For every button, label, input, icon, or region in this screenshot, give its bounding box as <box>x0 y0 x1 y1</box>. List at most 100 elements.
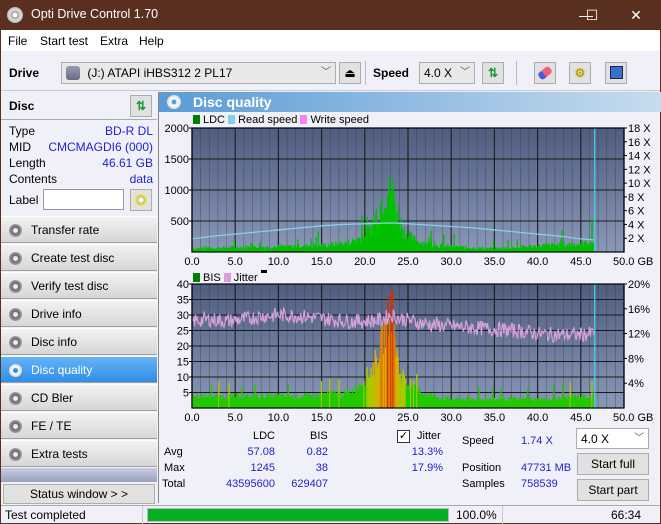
drive-select[interactable]: (J:) ATAPI iHBS312 2 PL17 ﹀ <box>61 62 336 84</box>
toolbar-separator <box>365 61 366 85</box>
samples-label: Samples <box>462 478 505 490</box>
refresh-button[interactable]: ⇅ <box>482 62 504 84</box>
x-tick-label: 40.0 <box>527 256 548 268</box>
disc-icon <box>9 336 22 349</box>
disc-refresh-button[interactable]: ⇅ <box>130 95 152 117</box>
bis-jitter-chart: 5 10 15 20 25 30 35 40 4% 8% 12% 16% 20% 0.0 5.0 10.0 15… <box>177 279 654 424</box>
eject-button[interactable]: ⏏ <box>339 62 361 84</box>
stats-avg-jitter: 13.3% <box>411 446 443 458</box>
start-full-button[interactable]: Start full <box>577 453 649 475</box>
jitter-checkbox[interactable]: ✓ <box>397 430 410 443</box>
y-tick-label-left: 20 <box>177 341 189 353</box>
menu-start-test[interactable]: Start test <box>40 34 88 48</box>
nav-label: CD Bler <box>31 391 74 405</box>
status-bar: Test completed 100.0% 66:34 <box>1 505 660 524</box>
disc-type-label: Type <box>9 124 36 138</box>
drive-icon <box>66 66 80 80</box>
nav-disc-quality[interactable]: Disc quality <box>1 356 157 383</box>
window-title: Opti Drive Control 1.70 <box>31 7 159 21</box>
disc-quality-panel: Disc quality LDC Read speed Write speed … <box>158 92 661 503</box>
toolbar: Drive (J:) ATAPI iHBS312 2 PL17 ﹀ ⏏ Spee… <box>1 51 660 91</box>
speed-stat-label: Speed <box>462 435 494 447</box>
app-disc-icon <box>7 7 23 23</box>
y-tick-label-right: 12% <box>628 329 650 341</box>
y-tick-label-right: 20% <box>628 279 650 291</box>
save-button[interactable] <box>605 62 627 84</box>
disc-label-button[interactable] <box>130 189 152 211</box>
y-tick-label-left: 1000 <box>165 185 189 197</box>
x-tick-label: 30.0 <box>440 256 461 268</box>
x-tick-label: 5.0 <box>228 412 243 424</box>
start-part-button[interactable]: Start part <box>577 479 649 501</box>
speed-select[interactable]: 4.0 X ﹀ <box>419 62 475 84</box>
chevron-down-icon: ﹀ <box>634 433 644 444</box>
position-value: 47731 MB <box>521 462 572 474</box>
menu-extra[interactable]: Extra <box>100 34 128 48</box>
nav-label: Drive info <box>31 307 82 321</box>
erase-button[interactable] <box>534 62 556 84</box>
disc-contents-value: data <box>129 172 153 186</box>
x-tick-label: 30.0 <box>440 412 461 424</box>
ldc-chart: 500 1000 1500 2000 2 X 4 X6 X 8 X 10 X 12 X14 X 1… <box>165 123 654 268</box>
y-tick-label-right: 12 X <box>628 164 651 176</box>
y-tick-label-left: 2000 <box>165 123 189 135</box>
x-tick-label: 40.0 <box>527 412 548 424</box>
status-divider <box>502 506 503 524</box>
x-tick-label: 35.0 <box>484 412 505 424</box>
disc-icon <box>167 95 181 109</box>
nav-disc-info[interactable]: Disc info <box>1 328 157 355</box>
y-tick-label-left: 15 <box>177 357 189 369</box>
nav-verify-test-disc[interactable]: Verify test disc <box>1 272 157 299</box>
stats-avg-ldc: 57.08 <box>247 446 275 458</box>
close-button[interactable]: ✕ <box>621 4 651 26</box>
disc-label-input[interactable] <box>43 189 124 210</box>
disc-length-row: Length 46.61 GB <box>9 156 153 172</box>
toolbar-separator <box>516 61 517 85</box>
panel-header: Disc quality <box>159 92 661 112</box>
y-tick-label-right: 6 X <box>628 206 645 218</box>
disc-icon <box>9 420 22 433</box>
y-tick-label-left: 1500 <box>165 154 189 166</box>
refresh-icon: ⇅ <box>135 99 147 113</box>
nav-extra-tests[interactable]: Extra tests <box>1 440 157 467</box>
y-tick-label-left: 500 <box>171 216 189 228</box>
nav-fe-te[interactable]: FE / TE <box>1 412 157 439</box>
disc-icon <box>134 193 148 207</box>
menu-help[interactable]: Help <box>139 34 164 48</box>
chevron-down-icon: ﹀ <box>460 67 470 78</box>
settings-button[interactable]: ⚙ <box>569 62 591 84</box>
disc-type-row: Type BD-R DL <box>9 124 153 140</box>
disc-length-value: 46.61 GB <box>102 156 153 170</box>
disc-title: Disc <box>9 99 35 113</box>
stats-col-ldc: LDC <box>253 430 276 442</box>
x-tick-label: 35.0 <box>484 256 505 268</box>
speed-stat-value: 1.74 X <box>521 435 553 447</box>
stats-row-total-label: Total <box>162 478 186 490</box>
menu-file[interactable]: File <box>8 34 27 48</box>
stats-row-max-label: Max <box>164 462 185 474</box>
disc-icon <box>9 280 22 293</box>
x-tick-label: 15.0 <box>311 256 332 268</box>
y-tick-label-left: 25 <box>177 326 189 338</box>
x-tick-label: 15.0 <box>311 412 332 424</box>
status-window-button[interactable]: Status window > > <box>3 484 155 504</box>
x-tick-label: 0.0 <box>184 412 199 424</box>
stats-max-ldc: 1245 <box>250 462 275 474</box>
menu-bar: File Start test Extra Help <box>1 30 660 51</box>
x-tick-label: 0.0 <box>184 256 199 268</box>
x-tick-label: 20.0 <box>354 256 375 268</box>
nav-transfer-rate[interactable]: Transfer rate <box>1 216 157 243</box>
x-tick-label: 45.0 <box>570 256 591 268</box>
y-tick-label-right: 4% <box>628 378 644 390</box>
stats-total-bis: 629407 <box>291 478 328 490</box>
maximize-button[interactable]: ☐ <box>577 4 607 26</box>
nav-create-test-disc[interactable]: Create test disc <box>1 244 157 271</box>
disc-icon <box>9 224 22 237</box>
test-speed-select[interactable]: 4.0 X ﹀ <box>576 428 649 449</box>
x-tick-label: 10.0 <box>268 256 289 268</box>
chevron-down-icon: ﹀ <box>321 67 331 78</box>
nav-drive-info[interactable]: Drive info <box>1 300 157 327</box>
title-bar: Opti Drive Control 1.70 — ☐ ✕ <box>1 0 660 30</box>
nav-cd-bler[interactable]: CD Bler <box>1 384 157 411</box>
y-tick-label-right: 8 X <box>628 192 645 204</box>
